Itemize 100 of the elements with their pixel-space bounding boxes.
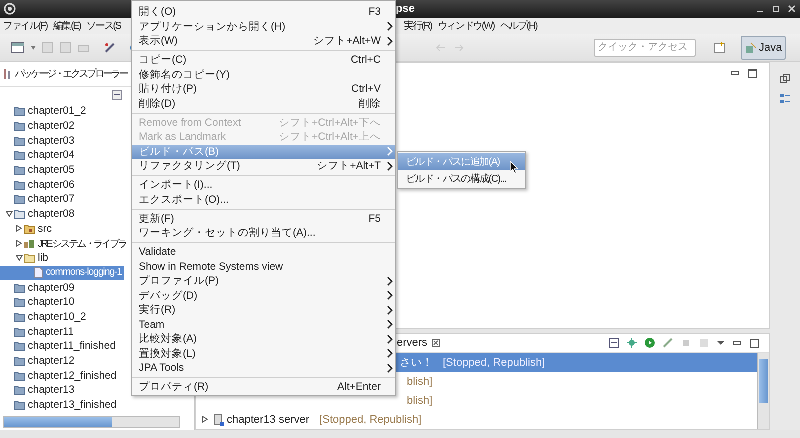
- shortcut-label: シフト+Alt+W: [314, 34, 381, 48]
- java-perspective-button[interactable]: Java: [741, 36, 786, 60]
- menu-item[interactable]: 開く(O) F3: [132, 5, 395, 20]
- view-menu-icon[interactable]: [717, 340, 725, 346]
- tree-label: src: [38, 222, 52, 235]
- panel-title: パッケージ・エクスプローラー: [15, 68, 127, 81]
- minimize-icon[interactable]: [731, 69, 740, 78]
- minimize-icon[interactable]: [733, 338, 742, 348]
- menu-item[interactable]: ファイル(F): [0, 19, 50, 33]
- shortcut-label: シフト+Ctrl+Alt+上へ: [279, 130, 381, 144]
- start-icon[interactable]: [645, 338, 655, 348]
- menu-item[interactable]: 編集(E): [50, 19, 84, 33]
- tree-row[interactable]: chapter13_finished: [0, 398, 119, 412]
- tree-row[interactable]: chapter04: [0, 148, 77, 163]
- tree-label: chapter13_finished: [28, 399, 117, 412]
- tree-row[interactable]: chapter08: [0, 206, 77, 222]
- project-folder-icon: [14, 312, 25, 322]
- server-name: さい！: [400, 356, 433, 370]
- tree-row[interactable]: chapter13: [0, 383, 77, 398]
- project-folder-icon: [14, 282, 25, 293]
- tree-row[interactable]: chapter11: [0, 324, 76, 339]
- menu-item[interactable]: アプリケーションから開く(H): [132, 20, 395, 34]
- menu-item[interactable]: 更新(F) F5: [132, 212, 395, 226]
- menu-item[interactable]: コピー(C) Ctrl+C: [132, 53, 395, 68]
- tree-row[interactable]: chapter12_finished: [0, 368, 119, 384]
- folder-icon: [24, 253, 35, 264]
- menu-item[interactable]: 実行(R): [401, 19, 435, 33]
- menu-item[interactable]: プロファイル(P): [132, 274, 395, 288]
- tree-label: chapter10_2: [28, 310, 86, 323]
- menu-item[interactable]: エクスポート(O)...: [132, 192, 395, 207]
- server-name: chapter13 server: [227, 414, 310, 426]
- tree-row[interactable]: chapter10: [0, 294, 77, 310]
- expanded-triangle-icon[interactable]: [16, 255, 22, 262]
- shortcut-label: シフト+Ctrl+Alt+下へ: [279, 116, 381, 130]
- shortcut-label: F5: [368, 212, 381, 225]
- project-folder-icon: [14, 326, 25, 337]
- new-window-icon[interactable]: [11, 42, 25, 54]
- menu-item[interactable]: ビルド・パスの構成(C)...: [398, 170, 525, 187]
- tree-row[interactable]: chapter05: [0, 162, 77, 178]
- tree-row[interactable]: chapter02: [0, 118, 77, 134]
- menu-item[interactable]: Show in Remote Systems view: [132, 260, 395, 274]
- menu-item[interactable]: 比較対象(A): [132, 332, 395, 346]
- tree-label: lib: [38, 252, 49, 264]
- restore-icon[interactable]: [780, 74, 790, 84]
- scrollbar-thumb[interactable]: [4, 417, 112, 427]
- pin-icon[interactable]: [104, 42, 116, 54]
- tree-row[interactable]: chapter10_2: [0, 310, 88, 324]
- shortcut-label: 削除: [359, 96, 381, 111]
- caret-icon[interactable]: [31, 46, 36, 50]
- project-folder-icon: [14, 194, 25, 204]
- tree-label: chapter04: [28, 149, 75, 162]
- vertical-scrollbar[interactable]: [757, 353, 769, 429]
- tree-row[interactable]: chapter09: [0, 280, 77, 295]
- collapsed-triangle-icon[interactable]: [16, 240, 22, 248]
- tree-row[interactable]: chapter12: [0, 354, 77, 368]
- collapsed-triangle-icon[interactable]: [16, 225, 22, 232]
- menu-item[interactable]: ワーキング・セットの割り当て(A)...: [132, 226, 395, 240]
- tree-row[interactable]: chapter06: [0, 177, 77, 192]
- menu-item[interactable]: 削除(D) 削除: [132, 96, 395, 111]
- tree-label: chapter08: [28, 208, 75, 220]
- menu-item[interactable]: Team: [132, 318, 395, 332]
- debug-icon[interactable]: [627, 338, 637, 348]
- menu-item[interactable]: リファクタリング(T) シフト+Alt+T: [132, 159, 395, 174]
- menu-item[interactable]: 表示(W) シフト+Alt+W: [132, 34, 395, 48]
- tree-row[interactable]: chapter03: [0, 133, 77, 148]
- tree-label: chapter10: [28, 296, 75, 308]
- quick-access-field[interactable]: クイック・アクセス: [594, 38, 696, 56]
- menu-item[interactable]: 実行(R): [132, 303, 395, 318]
- expanded-triangle-icon[interactable]: [6, 211, 12, 218]
- menu-item[interactable]: ウィンドウ(W): [434, 19, 498, 33]
- maximize-icon[interactable]: [750, 338, 759, 348]
- collapse-all-icon[interactable]: [112, 90, 122, 100]
- menu-item[interactable]: ソース(S: [84, 19, 124, 33]
- tree-row[interactable]: src: [0, 222, 54, 236]
- server-row[interactable]: chapter13 server [Stopped, Republish]: [196, 410, 757, 429]
- menu-item[interactable]: ヘルプ(H): [497, 19, 540, 33]
- menu-item[interactable]: デバッグ(D): [132, 288, 395, 303]
- tree-row[interactable]: JRE システム・ライブラ: [0, 236, 128, 251]
- open-perspective-icon[interactable]: [714, 42, 726, 54]
- collapsed-triangle-icon[interactable]: [202, 416, 208, 423]
- menu-item[interactable]: JPA Tools: [132, 361, 395, 376]
- horizontal-scrollbar[interactable]: [3, 416, 180, 428]
- tree-row[interactable]: chapter07: [0, 192, 77, 207]
- maximize-icon[interactable]: [748, 69, 757, 78]
- menu-item[interactable]: 修飾名のコピー(Y): [132, 68, 395, 82]
- tree-label: chapter02: [28, 120, 75, 132]
- project-folder-icon: [14, 297, 25, 308]
- project-folder-icon: [14, 150, 25, 160]
- tree-row[interactable]: chapter01_2: [0, 104, 88, 119]
- shortcut-label: シフト+Alt+T: [317, 159, 381, 174]
- menu-item[interactable]: インポート(I)...: [132, 178, 395, 192]
- menu-item[interactable]: Validate: [132, 245, 395, 260]
- close-icon[interactable]: [432, 339, 440, 347]
- tree-row[interactable]: chapter11_finished: [0, 339, 118, 354]
- project-folder-icon: [14, 370, 25, 381]
- tree-row[interactable]: lib: [0, 250, 51, 266]
- scrollbar-thumb[interactable]: [759, 359, 768, 403]
- outline-icon[interactable]: [780, 93, 790, 105]
- menu-item[interactable]: 貼り付け(P) Ctrl+V: [132, 82, 395, 96]
- collapse-all-icon[interactable]: [609, 338, 619, 348]
